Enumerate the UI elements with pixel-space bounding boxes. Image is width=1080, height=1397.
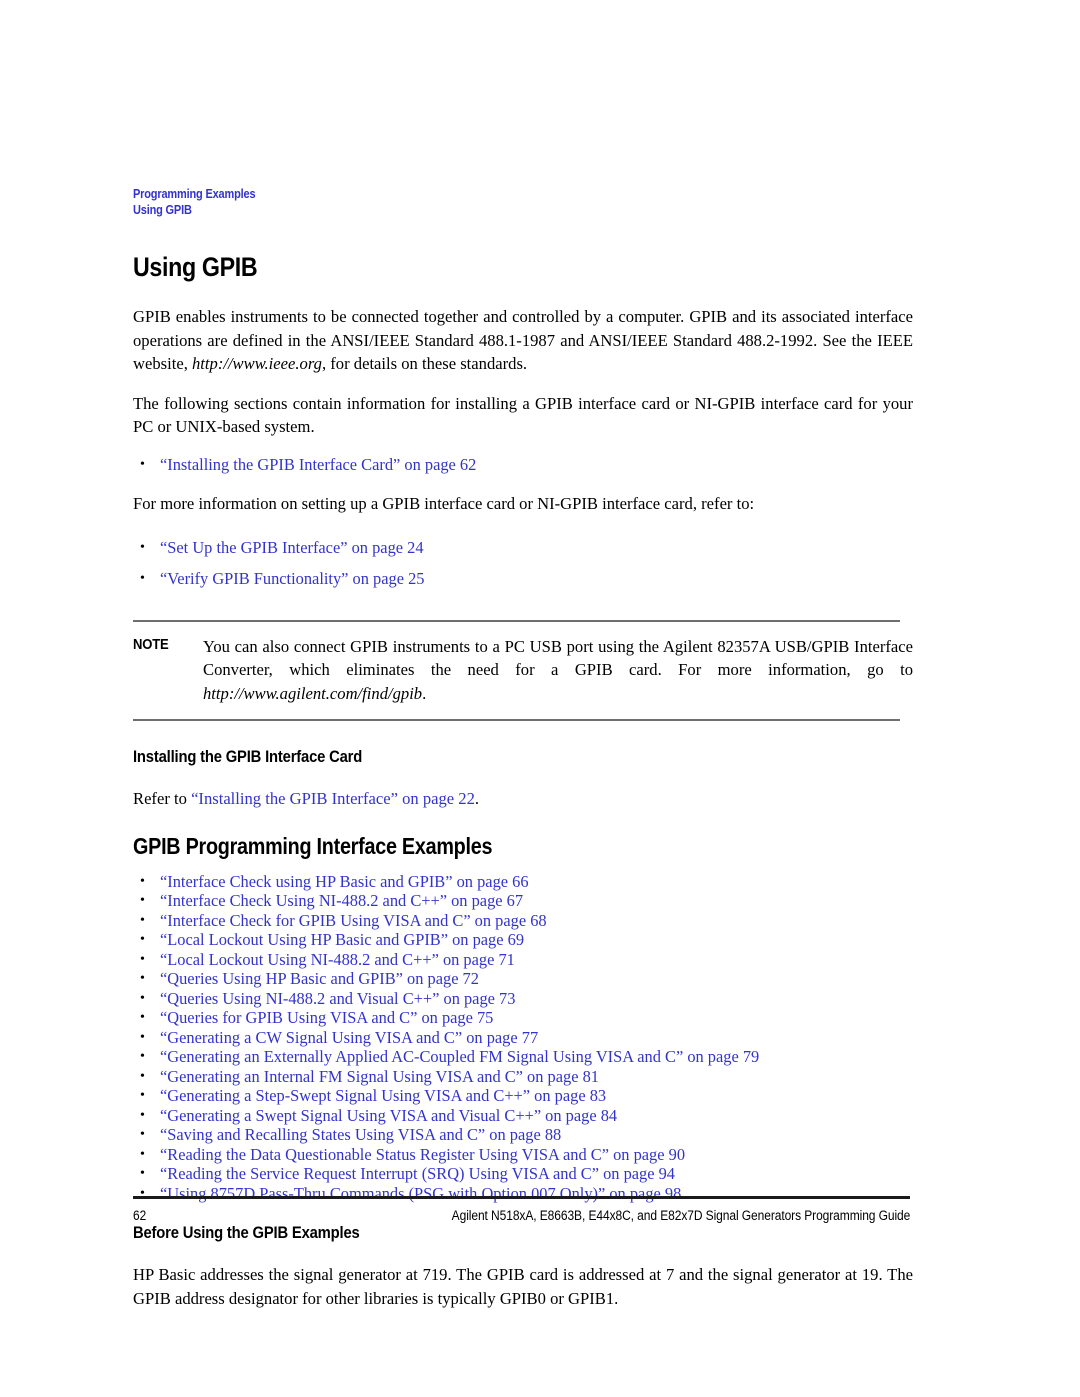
refer-to-prefix: Refer to [133, 789, 192, 808]
bullet-icon: • [140, 456, 145, 472]
before-using-paragraph: HP Basic addresses the signal generator … [133, 1265, 913, 1308]
list-item[interactable]: • “Generating an Internal FM Signal Using… [133, 1067, 913, 1087]
bullet-icon: • [140, 971, 145, 986]
cross-reference-link[interactable]: “Interface Check for GPIB Using VISA and… [160, 911, 547, 930]
refer-to-paragraph: Refer to “Installing the GPIB Interface”… [133, 787, 913, 811]
intro-paragraph: GPIB enables instruments to be connected… [133, 305, 913, 376]
example-link-list: • “Interface Check using HP Basic and GPI… [133, 872, 913, 1204]
cross-reference-link[interactable]: “Saving and Recalling States Using VISA … [160, 1125, 561, 1144]
agilent-url: http://www.agilent.com/find/gpib [203, 683, 423, 703]
list-item[interactable]: • “Local Lockout Using HP Basic and GPIB”… [133, 930, 913, 950]
heading-programming-examples: GPIB Programming Interface Examples [133, 832, 493, 859]
cross-reference-link[interactable]: “Local Lockout Using HP Basic and GPIB” … [160, 930, 524, 949]
bullet-icon: • [140, 873, 145, 889]
bullet-icon: • [140, 1146, 145, 1162]
note-text: You can also connect GPIB instruments to… [203, 635, 913, 706]
cross-reference-link[interactable]: “Local Lockout Using NI-488.2 and C++” o… [160, 950, 515, 969]
cross-reference-link[interactable]: “Set Up the GPIB Interface” on page 24 [160, 538, 424, 557]
bullet-icon: • [140, 912, 145, 928]
bullet-icon: • [140, 1185, 145, 1201]
heading-before-using: Before Using the GPIB Examples [133, 1223, 360, 1242]
list-item[interactable]: • “Generating a CW Signal Using VISA and … [133, 1028, 913, 1048]
intro-text-part2: , for details on these standards. [321, 354, 528, 373]
cross-reference-link[interactable]: “Reading the Service Request Interrupt (… [160, 1164, 675, 1183]
cross-reference-link[interactable]: “Generating an Externally Applied AC-Cou… [160, 1047, 759, 1066]
setup-link-list: • “Set Up the GPIB Interface” on page 24 … [133, 532, 913, 594]
list-item[interactable]: • “Generating a Step-Swept Signal Using V… [133, 1086, 913, 1106]
ieee-url: http://www.ieee.org [192, 354, 322, 373]
list-item[interactable]: • “Interface Check Using NI-488.2 and C++… [133, 891, 913, 911]
following-sections-paragraph: The following sections contain informati… [133, 393, 913, 437]
list-item[interactable]: • “Queries Using NI-488.2 and Visual C++”… [133, 989, 913, 1009]
install-card-link-list: • “Installing the GPIB Interface Card” on… [133, 455, 913, 475]
cross-reference-link[interactable]: “Queries for GPIB Using VISA and C” on p… [160, 1008, 493, 1027]
note-text-part2: . [422, 683, 427, 703]
bullet-icon: • [140, 539, 145, 555]
more-information-paragraph: For more information on setting up a GPI… [133, 494, 755, 513]
cross-reference-link[interactable]: “Queries Using HP Basic and GPIB” on pag… [160, 969, 479, 988]
bullet-icon: • [140, 990, 145, 1006]
footer-guide-title-text: Agilent N518xA, E8663B, E44x8C, and E82x… [451, 1208, 910, 1223]
list-item[interactable]: • “Using 8757D Pass-Thru Commands (PSG wi… [133, 1184, 913, 1204]
cross-reference-link[interactable]: “Generating an Internal FM Signal Using … [160, 1067, 599, 1086]
bullet-icon: • [140, 1029, 145, 1045]
list-item[interactable]: • “Set Up the GPIB Interface” on page 24 [133, 532, 913, 563]
bullet-icon: • [140, 932, 145, 947]
footer-guide-title: Agilent N518xA, E8663B, E44x8C, and E82x… [133, 1208, 910, 1223]
refer-to-suffix: . [474, 789, 480, 808]
bullet-icon: • [140, 1107, 145, 1123]
cross-reference-link[interactable]: “Installing the GPIB Interface” on page … [191, 789, 475, 808]
list-item[interactable]: • “Reading the Service Request Interrupt … [133, 1164, 913, 1184]
bullet-icon: • [140, 1127, 145, 1142]
bullet-icon: • [140, 1049, 145, 1064]
list-item[interactable]: • “Queries Using HP Basic and GPIB” on pa… [133, 969, 913, 989]
list-item[interactable]: • “Queries for GPIB Using VISA and C” on … [133, 1008, 913, 1028]
cross-reference-link[interactable]: “Using 8757D Pass-Thru Commands (PSG wit… [160, 1184, 681, 1203]
cross-reference-link[interactable]: “Generating a Step-Swept Signal Using VI… [160, 1086, 606, 1105]
cross-reference-link[interactable]: “Reading the Data Questionable Status Re… [160, 1145, 685, 1164]
heading-installing-card: Installing the GPIB Interface Card [133, 747, 363, 766]
bullet-icon: • [140, 1166, 145, 1181]
bullet-icon: • [140, 951, 145, 967]
cross-reference-link[interactable]: “Queries Using NI-488.2 and Visual C++” … [160, 989, 515, 1008]
footer-rule [133, 1196, 910, 1199]
bullet-icon: • [140, 1010, 145, 1025]
running-header-line1: Programming Examples [133, 187, 256, 201]
list-item[interactable]: • “Generating a Swept Signal Using VISA a… [133, 1106, 913, 1126]
list-item[interactable]: • “Local Lockout Using NI-488.2 and C++” … [133, 950, 913, 970]
cross-reference-link[interactable]: “Interface Check Using NI-488.2 and C++”… [160, 891, 523, 910]
running-header: Programming Examples Using GPIB [133, 186, 256, 218]
note-block: NOTE You can also connect GPIB instrumen… [133, 622, 913, 720]
cross-reference-link[interactable]: “Generating a Swept Signal Using VISA an… [160, 1106, 617, 1125]
note-text-part1: You can also connect GPIB instruments to… [203, 636, 913, 680]
cross-reference-link[interactable]: “Installing the GPIB Interface Card” on … [160, 455, 476, 474]
page-body: Using GPIB GPIB enables instruments to b… [133, 252, 913, 1310]
list-item[interactable]: • “Interface Check for GPIB Using VISA an… [133, 911, 913, 931]
document-page: Programming Examples Using GPIB Using GP… [0, 0, 1080, 1397]
bullet-icon: • [140, 1068, 145, 1084]
bullet-icon: • [140, 570, 145, 586]
bullet-icon: • [140, 893, 145, 908]
list-item[interactable]: • “Verify GPIB Functionality” on page 25 [133, 563, 913, 594]
running-header-line2: Using GPIB [133, 203, 192, 217]
cross-reference-link[interactable]: “Interface Check using HP Basic and GPIB… [160, 872, 529, 891]
list-item[interactable]: • “Saving and Recalling States Using VISA… [133, 1125, 913, 1145]
cross-reference-link[interactable]: “Generating a CW Signal Using VISA and C… [160, 1028, 538, 1047]
note-label: NOTE [133, 636, 169, 653]
list-item[interactable]: • “Reading the Data Questionable Status R… [133, 1145, 913, 1165]
list-item[interactable]: • “Installing the GPIB Interface Card” on… [133, 455, 913, 475]
cross-reference-link[interactable]: “Verify GPIB Functionality” on page 25 [160, 569, 424, 588]
page-title: Using GPIB [133, 252, 258, 282]
list-item[interactable]: • “Generating an Externally Applied AC-Co… [133, 1047, 913, 1067]
list-item[interactable]: • “Interface Check using HP Basic and GPI… [133, 872, 913, 892]
bullet-icon: • [140, 1088, 145, 1103]
